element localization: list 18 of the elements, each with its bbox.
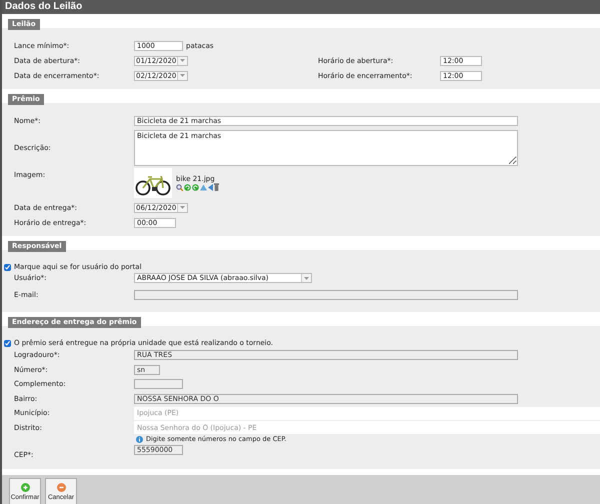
rotate-left-icon[interactable] xyxy=(184,184,191,190)
trash-icon[interactable] xyxy=(214,183,219,191)
rotate-right-icon[interactable] xyxy=(192,184,199,190)
dropdown-arrow-icon[interactable] xyxy=(180,206,185,209)
triangle-up-icon[interactable] xyxy=(200,184,207,190)
checkbox[interactable] xyxy=(4,264,11,270)
checkbox[interactable] xyxy=(4,340,11,346)
minus-icon xyxy=(56,482,66,492)
info-icon xyxy=(136,436,143,442)
email-field[interactable] xyxy=(134,290,518,300)
triangle-left-icon[interactable] xyxy=(208,184,213,190)
dropdown-arrow-icon[interactable] xyxy=(180,59,185,62)
dropdown-arrow-icon[interactable] xyxy=(304,276,309,280)
input-field[interactable] xyxy=(134,379,183,390)
plus-icon xyxy=(20,482,30,492)
dropdown-arrow-icon[interactable] xyxy=(180,74,185,77)
zoom-icon[interactable] xyxy=(176,184,183,190)
page-title: Dados do Leilão xyxy=(2,0,600,14)
